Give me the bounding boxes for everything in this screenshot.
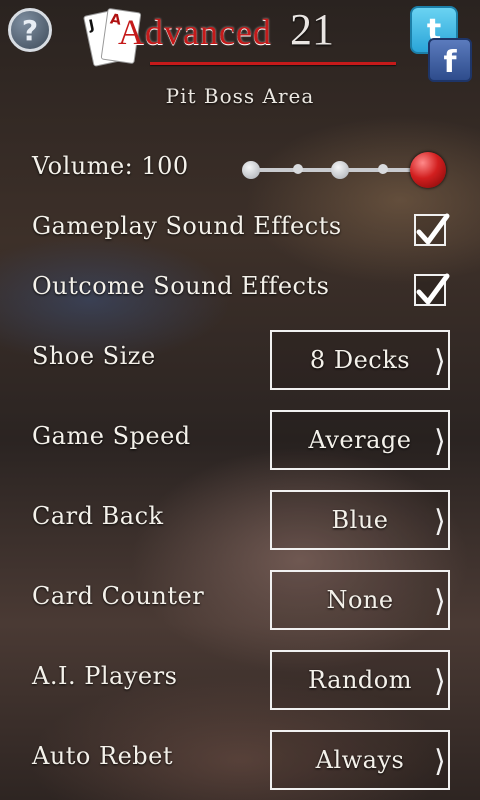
checkmark-icon [416, 213, 450, 245]
slider-tick [242, 161, 260, 179]
auto-rebet-value: Always [315, 746, 405, 774]
logo-number: 21 [289, 5, 334, 54]
game-speed-value: Average [308, 426, 412, 454]
shoe-size-select[interactable]: 8 Decks ⟩ [270, 330, 450, 390]
ai-players-label: A.I. Players [32, 662, 178, 690]
ai-players-select[interactable]: Random ⟩ [270, 650, 450, 710]
auto-rebet-select[interactable]: Always ⟩ [270, 730, 450, 790]
game-speed-label: Game Speed [32, 422, 191, 450]
card-counter-label: Card Counter [32, 582, 205, 610]
shoe-size-value: 8 Decks [309, 346, 411, 374]
chevron-right-icon: ⟩ [434, 664, 446, 699]
logo-word: Advanced [118, 12, 272, 52]
card-counter-value: None [326, 586, 394, 614]
card-back-label: Card Back [32, 502, 164, 530]
volume-label: Volume: 100 [32, 152, 189, 180]
slider-tick [293, 164, 303, 174]
chevron-right-icon: ⟩ [434, 744, 446, 779]
outcome-sound-effects-checkbox[interactable] [414, 273, 450, 306]
slider-tick [378, 164, 388, 174]
card-counter-select[interactable]: None ⟩ [270, 570, 450, 630]
shoe-size-label: Shoe Size [32, 342, 156, 370]
outcome-sound-effects-label: Outcome Sound Effects [32, 272, 330, 300]
checkmark-icon [416, 273, 450, 305]
gameplay-sound-effects-checkbox[interactable] [414, 213, 450, 246]
chevron-right-icon: ⟩ [434, 424, 446, 459]
facebook-icon[interactable]: f [428, 38, 472, 82]
logo-underline [150, 62, 396, 65]
volume-slider-knob[interactable] [410, 152, 446, 188]
volume-slider[interactable] [240, 150, 450, 190]
auto-rebet-label: Auto Rebet [32, 742, 173, 770]
chevron-right-icon: ⟩ [434, 584, 446, 619]
gameplay-sound-effects-label: Gameplay Sound Effects [32, 212, 342, 240]
page-title: Pit Boss Area [165, 84, 315, 108]
chevron-right-icon: ⟩ [434, 344, 446, 379]
chevron-right-icon: ⟩ [434, 504, 446, 539]
ai-players-value: Random [308, 666, 412, 694]
slider-tick [331, 161, 349, 179]
game-speed-select[interactable]: Average ⟩ [270, 410, 450, 470]
card-back-select[interactable]: Blue ⟩ [270, 490, 450, 550]
help-button[interactable]: ? [8, 8, 52, 52]
help-icon: ? [21, 13, 39, 47]
card-back-value: Blue [331, 506, 389, 534]
app-logo: Advanced 21 [118, 4, 334, 64]
